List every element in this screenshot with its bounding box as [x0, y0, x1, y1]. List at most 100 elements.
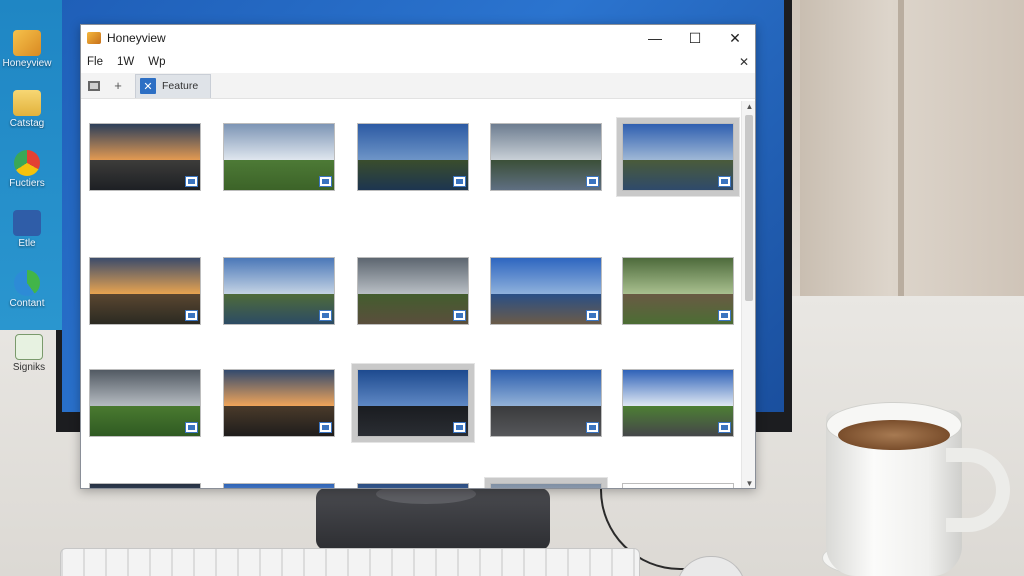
close-button[interactable]: ✕ [715, 25, 755, 51]
thumbnail-sky [90, 124, 200, 161]
thumbnail-ground [90, 294, 200, 324]
gallery-view-icon[interactable] [87, 79, 101, 93]
gallery-thumbnail[interactable] [89, 123, 201, 191]
gallery-thumbnail[interactable] [490, 257, 602, 325]
gallery-thumbnail[interactable] [622, 257, 734, 325]
maximize-button[interactable]: ☐ [675, 25, 715, 51]
gallery-thumbnail[interactable] [352, 364, 474, 442]
keyboard [60, 548, 640, 576]
gallery-thumbnail[interactable] [357, 257, 469, 325]
scroll-thumb[interactable] [745, 115, 753, 301]
image-badge-icon [453, 310, 466, 321]
gallery-thumbnail[interactable] [485, 478, 607, 488]
gallery-thumbnail[interactable] [223, 257, 335, 325]
thumbnail-sky [623, 124, 733, 161]
image-badge-icon [718, 422, 731, 433]
thumbnail-sky [90, 370, 200, 407]
thumbnail-ground [491, 160, 601, 190]
gallery-thumbnail[interactable] [357, 483, 469, 488]
thumbnail-ground [623, 406, 733, 436]
image-badge-icon [586, 422, 599, 433]
gallery-thumbnail[interactable] [617, 118, 739, 196]
thumbnail-ground [491, 294, 601, 324]
gallery-thumbnail[interactable] [223, 123, 335, 191]
facebook-icon [13, 210, 41, 236]
gallery-thumbnail[interactable] [89, 257, 201, 325]
close-tab-icon[interactable]: ✕ [739, 55, 749, 69]
thumbnail-sky [358, 484, 468, 488]
tab-label: Feature [162, 80, 199, 92]
image-badge-icon [319, 176, 332, 187]
desktop-icon-label: Signiks [12, 362, 46, 373]
thumbnail-sky [491, 258, 601, 295]
desktop-icon-etle[interactable]: Etle [2, 210, 52, 260]
menu-bar: Fle 1W Wp ✕ [81, 51, 755, 73]
image-badge-icon [319, 422, 332, 433]
thumbnail-ground [90, 160, 200, 190]
gallery-thumbnail[interactable] [89, 369, 201, 437]
gallery-thumbnail[interactable] [490, 369, 602, 437]
desktop-icon-strip: Honeyview Catstag Fuctiers Etle Contant [0, 0, 62, 330]
menu-item-3[interactable]: Wp [148, 56, 165, 68]
desktop-icon-contant[interactable]: Contant [2, 270, 52, 320]
window-controls: — ☐ ✕ [635, 25, 755, 51]
thumbnail-ground [90, 406, 200, 436]
gallery-thumbnail[interactable] [223, 483, 335, 488]
toolbar: + ✕ Feature [81, 73, 755, 99]
thumbnail-ground [358, 160, 468, 190]
thumbnail-sky [358, 370, 468, 407]
coffee [838, 420, 950, 450]
chrome-icon [14, 150, 40, 176]
gallery-thumbnail[interactable] [357, 123, 469, 191]
gallery-thumbnail[interactable] [622, 483, 734, 488]
desktop-icon-label: Etle [18, 238, 36, 249]
desktop-icon-fuctiers[interactable]: Fuctiers [2, 150, 52, 200]
tab-feature[interactable]: ✕ Feature [135, 73, 212, 98]
image-badge-icon [718, 176, 731, 187]
thumbnail-sky [224, 370, 334, 407]
thumbnail-sky [358, 258, 468, 295]
image-badge-icon [319, 310, 332, 321]
desktop-icon-catstag[interactable]: Catstag [2, 90, 52, 140]
gallery-thumbnail[interactable] [89, 483, 201, 488]
desktop-icon-label: Catstag [9, 118, 45, 129]
edge-icon [14, 270, 40, 296]
thumbnail-grid [81, 101, 741, 488]
menu-item-2[interactable]: 1W [117, 56, 134, 68]
image-badge-icon [586, 176, 599, 187]
thumbnail-sky [90, 484, 200, 488]
image-badge-icon [185, 176, 198, 187]
folder-icon [13, 90, 41, 116]
honeyview-app-icon [87, 32, 101, 44]
desktop-icon-signiks[interactable]: Signiks [4, 334, 54, 384]
background-window [800, 0, 1024, 300]
desktop-icon-honeyview[interactable]: Honeyview [2, 30, 52, 80]
image-badge-icon [453, 422, 466, 433]
thumbnail-sky [224, 484, 334, 488]
image-badge-icon [453, 176, 466, 187]
add-tab-button[interactable]: + [111, 78, 125, 93]
desktop-icon-label: Contant [9, 298, 45, 309]
image-badge-icon [185, 422, 198, 433]
menu-file[interactable]: Fle [87, 56, 103, 68]
thumbnail-sky [623, 258, 733, 295]
gallery-thumbnail[interactable] [223, 369, 335, 437]
gallery-thumbnail[interactable] [622, 369, 734, 437]
image-badge-icon [586, 310, 599, 321]
scroll-up-icon[interactable]: ▲ [742, 101, 755, 113]
thumbnail-sky [491, 370, 601, 407]
tab-close-icon[interactable]: ✕ [140, 78, 156, 94]
thumbnail-sky [224, 258, 334, 295]
thumbnail-ground [623, 160, 733, 190]
thumbnail-ground [491, 406, 601, 436]
title-bar[interactable]: Honeyview — ☐ ✕ [81, 25, 755, 51]
thumbnail-sky [358, 124, 468, 161]
play-icon [15, 334, 43, 360]
minimize-button[interactable]: — [635, 25, 675, 51]
scroll-down-icon[interactable]: ▼ [742, 478, 755, 488]
image-badge-icon [718, 310, 731, 321]
window-frame [898, 0, 904, 300]
thumbnail-ground [358, 406, 468, 436]
vertical-scrollbar[interactable]: ▲ ▼ [741, 101, 755, 488]
gallery-thumbnail[interactable] [490, 123, 602, 191]
